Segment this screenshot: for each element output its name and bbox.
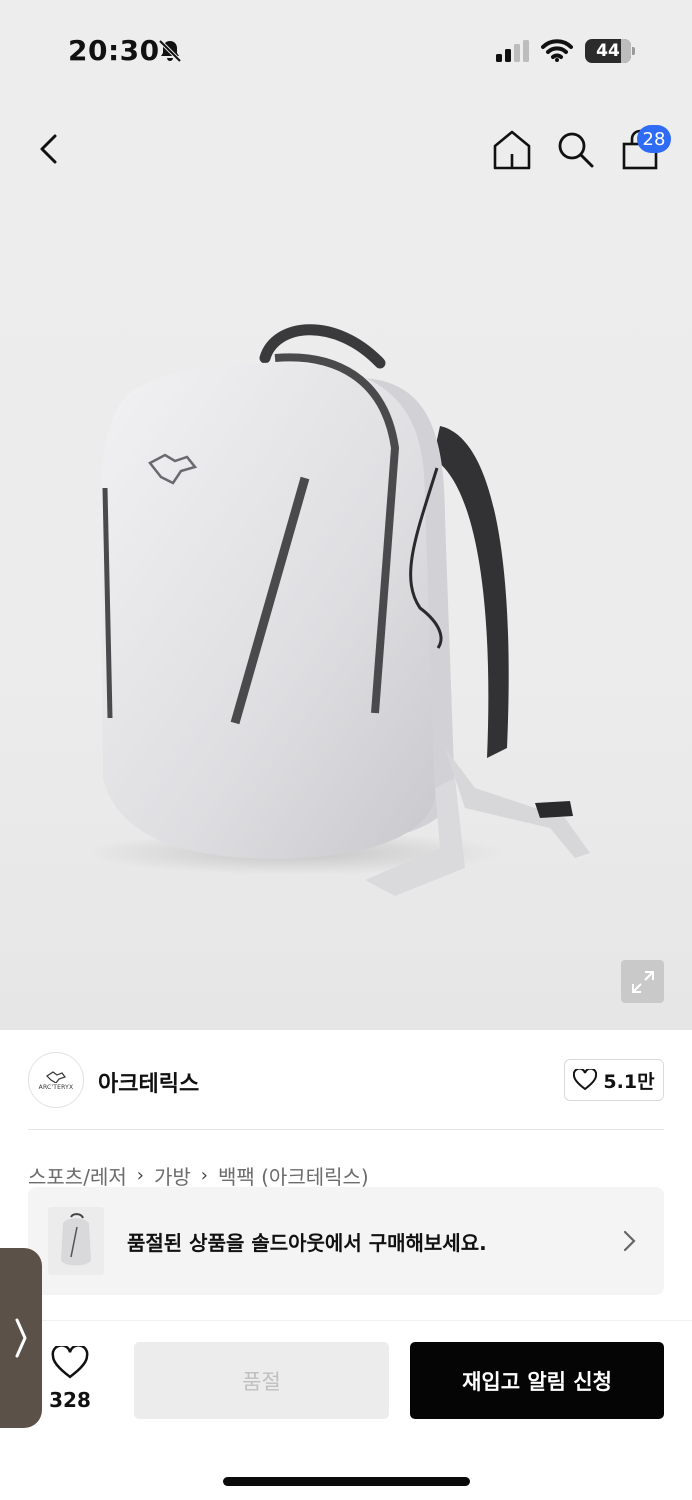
soldout-button[interactable]: 품절 [134, 1342, 389, 1419]
soldout-banner-text: 품절된 상품을 솔드아웃에서 구매해보세요. [127, 1231, 487, 1255]
search-icon[interactable] [554, 128, 596, 170]
expand-icon [631, 970, 654, 993]
brand-logo-text: ARC'TERYX [38, 1084, 74, 1091]
home-icon[interactable] [490, 128, 534, 172]
brand-like-count: 5.1만 [603, 1070, 655, 1093]
status-bar: 20:30 44 [0, 0, 692, 100]
battery-level: 44 [596, 41, 620, 61]
status-time: 20:30 [68, 34, 160, 67]
zoom-button[interactable] [621, 960, 664, 1003]
heart-icon [573, 1069, 598, 1091]
breadcrumb-item[interactable]: 스포츠/레저 [28, 1161, 127, 1190]
battery-icon: 44 [585, 39, 631, 63]
wishlist-button[interactable]: 328 [40, 1342, 100, 1418]
soldout-banner[interactable]: 품절된 상품을 솔드아웃에서 구매해보세요. [28, 1187, 664, 1295]
breadcrumb: 스포츠/레저 › 가방 › 백팩 (아크테릭스) [28, 1160, 369, 1190]
breadcrumb-separator: › [136, 1164, 144, 1186]
wishlist-count: 328 [49, 1388, 91, 1412]
breadcrumb-item[interactable]: 가방 [154, 1161, 191, 1190]
backpack-thumbnail [61, 1213, 91, 1266]
cart-count-badge: 28 [637, 125, 671, 153]
brand-row: ARC'TERYX 아크테릭스 5.1만 [28, 1052, 664, 1110]
heart-icon [51, 1344, 89, 1379]
breadcrumb-separator: › [200, 1164, 208, 1186]
wifi-icon [541, 39, 573, 62]
chevron-right-icon [15, 1318, 27, 1358]
side-panel-handle[interactable] [0, 1248, 42, 1428]
backpack-image [95, 324, 590, 896]
brand-name[interactable]: 아크테릭스 [98, 1066, 199, 1098]
restock-alert-button[interactable]: 재입고 알림 신청 [410, 1342, 664, 1419]
signal-icon [496, 40, 529, 62]
back-icon[interactable] [30, 130, 68, 168]
breadcrumb-item[interactable]: 백팩 (아크테릭스) [218, 1161, 369, 1190]
battery-nub [632, 47, 635, 55]
bell-off-icon [158, 39, 182, 63]
archaeopteryx-icon [46, 1071, 66, 1083]
brand-logo[interactable]: ARC'TERYX [28, 1052, 84, 1108]
home-indicator[interactable] [223, 1477, 470, 1486]
chevron-right-icon [623, 1230, 636, 1252]
banner-thumbnail [48, 1207, 104, 1275]
brand-like-button[interactable]: 5.1만 [564, 1059, 664, 1101]
divider [28, 1129, 664, 1130]
